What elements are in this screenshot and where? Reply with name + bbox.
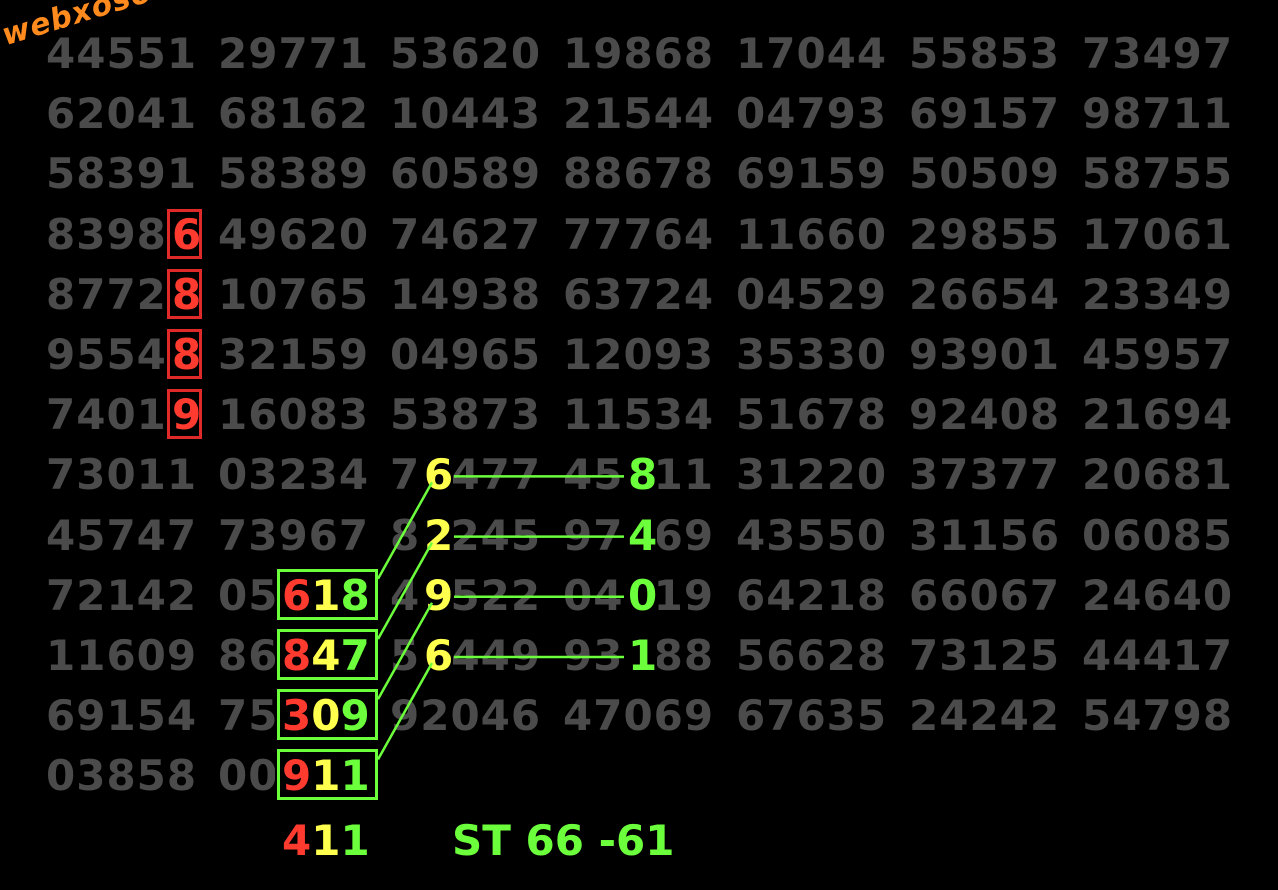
footer-digit-1: 4 bbox=[282, 816, 312, 865]
footer-digit-2: 1 bbox=[311, 816, 341, 865]
footer-result: 411 bbox=[282, 820, 370, 862]
group-to-pair-line bbox=[376, 481, 434, 580]
group-to-pair-line bbox=[376, 541, 434, 640]
group-to-pair-line bbox=[376, 602, 434, 700]
footer-digit-3: 1 bbox=[340, 816, 370, 865]
footer-st-label: ST 66 -61 bbox=[452, 816, 675, 865]
group-to-pair-line bbox=[376, 662, 434, 761]
connector-lines bbox=[376, 475, 624, 761]
